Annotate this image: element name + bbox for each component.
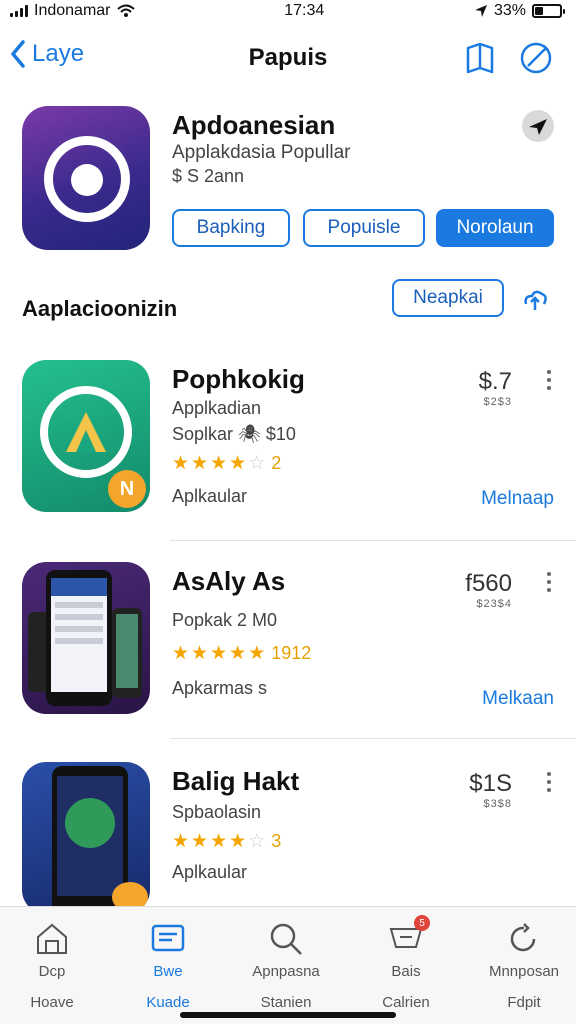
more-options-icon[interactable] bbox=[544, 370, 554, 390]
location-arrow-icon bbox=[474, 5, 487, 17]
app-thumbnail: N bbox=[22, 360, 150, 512]
featured-app-meta: $ S 2ann bbox=[172, 166, 245, 186]
list-item[interactable]: Balig Hakt Spbaolasin ★ ★ ★ ★ ☆ 3 Aplkaular $… bbox=[22, 762, 554, 906]
star-rating: ★ ★ ★ ★ ☆ 2 bbox=[172, 452, 281, 475]
star-filled-icon: ★ bbox=[191, 643, 209, 664]
section-action-button[interactable]: Neapkai bbox=[392, 279, 504, 317]
status-left: Indonamar bbox=[10, 2, 135, 20]
signal-icon bbox=[10, 5, 28, 17]
status-right: 33% bbox=[474, 2, 565, 20]
more-options-icon[interactable] bbox=[544, 572, 554, 592]
tab-home[interactable]: Dcp Hoave bbox=[2, 919, 102, 1011]
rating-count: 1912 bbox=[271, 643, 312, 663]
search-icon bbox=[266, 919, 306, 959]
home-indicator[interactable] bbox=[180, 1012, 396, 1018]
star-filled-icon: ★ bbox=[248, 643, 266, 664]
apps-icon bbox=[148, 919, 188, 959]
star-rating: ★ ★ ★ ★ ★ 1912 bbox=[172, 642, 311, 665]
app-detail: Soplkar 🕷 $10 bbox=[172, 424, 296, 444]
status-time: 17:34 bbox=[284, 2, 325, 19]
app-category: Aplkaular bbox=[172, 486, 248, 506]
star-filled-icon: ★ bbox=[210, 453, 228, 474]
app-price: $.7 $2$3 bbox=[478, 368, 512, 408]
divider bbox=[170, 738, 576, 739]
refresh-icon bbox=[504, 919, 544, 959]
app-category: Aplkaular bbox=[172, 862, 248, 882]
nav-bar: Laye Papuis bbox=[0, 30, 576, 88]
star-filled-icon: ★ bbox=[210, 831, 228, 852]
app-name: AsAly As bbox=[172, 566, 286, 596]
star-rating: ★ ★ ★ ★ ☆ 3 bbox=[172, 830, 281, 853]
app-subtitle: Spbaolasin bbox=[172, 802, 262, 822]
app-badge: N bbox=[108, 470, 146, 508]
wifi-icon bbox=[116, 4, 135, 17]
app-category: Apkarmas s bbox=[172, 678, 268, 698]
tab-search[interactable]: Apnpasna Stanien bbox=[236, 919, 336, 1011]
star-filled-icon: ★ bbox=[191, 831, 209, 852]
battery-icon bbox=[531, 4, 565, 18]
list-item[interactable]: N Pophkokig Applkadian Soplkar 🕷 $10 ★ ★ ★… bbox=[22, 360, 554, 520]
battery-level bbox=[534, 7, 543, 15]
divider bbox=[170, 540, 576, 541]
tab-updates[interactable]: Mnnposan Fdpit bbox=[474, 919, 574, 1011]
carrier-name: Indonamar bbox=[34, 2, 111, 19]
hero-button-2[interactable]: Popuisle bbox=[303, 209, 425, 247]
app-subtitle: Popkak 2 M0 bbox=[172, 610, 278, 630]
star-filled-icon: ★ bbox=[191, 453, 209, 474]
app-thumbnail bbox=[22, 562, 150, 714]
star-filled-icon: ★ bbox=[229, 453, 247, 474]
rating-count: 2 bbox=[271, 453, 282, 473]
featured-app-icon[interactable] bbox=[22, 106, 150, 250]
get-button[interactable]: Melnaap bbox=[481, 488, 554, 510]
star-empty-icon: ☆ bbox=[248, 453, 266, 474]
featured-app-title: Apdoanesian bbox=[172, 110, 336, 140]
star-filled-icon: ★ bbox=[210, 643, 228, 664]
bookmark-button[interactable] bbox=[464, 40, 500, 76]
star-filled-icon: ★ bbox=[172, 453, 190, 474]
list-item[interactable]: AsAly As Popkak 2 M0 ★ ★ ★ ★ ★ 1912 Apkarmas … bbox=[22, 562, 554, 722]
tab-cart[interactable]: 5 Bais Calrien bbox=[356, 915, 456, 1011]
star-filled-icon: ★ bbox=[229, 643, 247, 664]
app-price: $1S $3$8 bbox=[469, 770, 512, 810]
hero-button-3[interactable]: Norolaun bbox=[436, 209, 554, 247]
app-name: Pophkokig bbox=[172, 364, 305, 394]
cloud-upload-icon bbox=[524, 290, 547, 310]
app-thumbnail bbox=[22, 762, 150, 906]
app-name: Balig Hakt bbox=[172, 766, 300, 796]
more-options-icon[interactable] bbox=[544, 772, 554, 792]
star-filled-icon: ★ bbox=[229, 831, 247, 852]
star-filled-icon: ★ bbox=[172, 643, 190, 664]
battery-percent: 33% bbox=[493, 2, 526, 19]
app-price: f560 $23$4 bbox=[465, 570, 512, 610]
play-triangle-icon bbox=[66, 412, 106, 452]
rating-count: 3 bbox=[271, 831, 282, 851]
home-icon bbox=[32, 919, 72, 959]
featured-app-subtitle: Applakdasia Popullar bbox=[172, 142, 351, 163]
cart-badge: 5 bbox=[414, 915, 430, 931]
share-button[interactable] bbox=[520, 284, 550, 314]
star-empty-icon: ☆ bbox=[248, 831, 266, 852]
edit-icon bbox=[520, 42, 552, 74]
star-filled-icon: ★ bbox=[172, 831, 190, 852]
compose-button[interactable] bbox=[518, 40, 554, 76]
status-bar: Indonamar 17:34 33% bbox=[0, 0, 576, 22]
book-icon bbox=[466, 42, 494, 74]
tab-apps[interactable]: Bwe Kuade bbox=[118, 919, 218, 1011]
get-button[interactable]: Melkaan bbox=[482, 688, 554, 710]
app-subtitle: Applkadian bbox=[172, 398, 262, 418]
section-title: Aaplacioonizin bbox=[22, 296, 178, 321]
tab-bar: Dcp Hoave Bwe Kuade Apnpasna Stanien 5 B… bbox=[0, 906, 576, 1024]
plane-icon[interactable] bbox=[522, 110, 554, 142]
cart-icon: 5 bbox=[386, 915, 430, 959]
hero-button-1[interactable]: Bapking bbox=[172, 209, 290, 247]
